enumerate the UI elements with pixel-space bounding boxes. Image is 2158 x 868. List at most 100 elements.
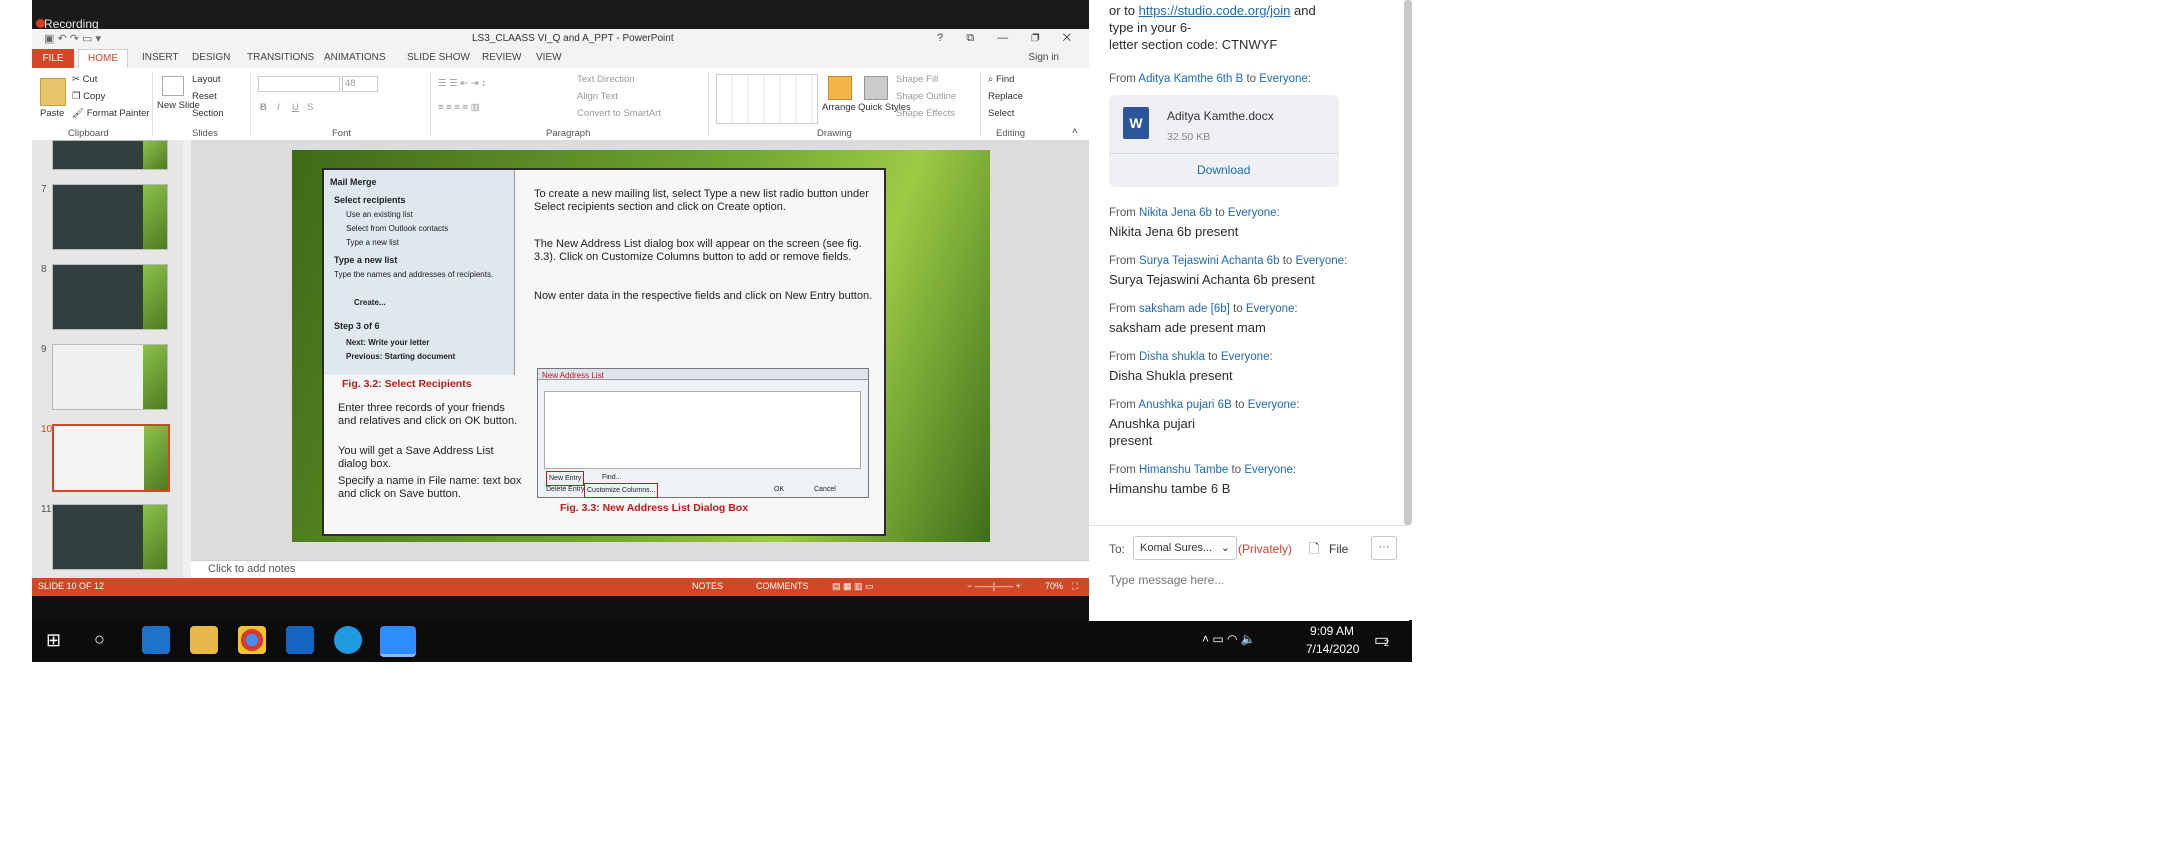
current-slide[interactable]: Mail Merge Select recipients Use an exis…: [292, 150, 990, 542]
bold-button[interactable]: B: [260, 102, 267, 113]
align-buttons[interactable]: ≡ ≡ ≡ ≡ ▥: [438, 102, 480, 113]
thumbnail-scrollbar[interactable]: [183, 140, 191, 578]
tab-slide-show[interactable]: SLIDE SHOW: [407, 52, 470, 63]
new-slide-icon[interactable]: [162, 76, 184, 96]
tab-transitions[interactable]: TRANSITIONS: [247, 52, 314, 63]
search-icon[interactable]: ○: [94, 629, 105, 650]
tab-view[interactable]: VIEW: [536, 52, 562, 63]
slide-thumbnail-7[interactable]: [52, 184, 168, 250]
fit-slide-icon[interactable]: ⛶: [1072, 581, 1078, 592]
sender-name[interactable]: Nikita Jena 6b: [1139, 207, 1212, 219]
arrange-button[interactable]: Arrange: [822, 102, 856, 113]
layout-button[interactable]: Layout: [192, 74, 221, 85]
slide-thumbnail[interactable]: [52, 140, 168, 170]
recipient-name[interactable]: Everyone: [1295, 255, 1344, 267]
create-link: Create...: [354, 298, 386, 307]
recipient-name[interactable]: Everyone: [1259, 73, 1308, 85]
slide-thumbnail-8[interactable]: [52, 264, 168, 330]
view-buttons[interactable]: ▤ ▦ ▥ ▭: [832, 581, 874, 592]
file-icon[interactable]: 🗋: [1309, 540, 1319, 562]
collapse-ribbon-icon[interactable]: ˄: [1072, 126, 1078, 137]
recipient-name[interactable]: Everyone: [1246, 303, 1295, 315]
paste-icon[interactable]: [40, 78, 66, 106]
recipient-name[interactable]: Everyone: [1228, 207, 1277, 219]
recipient-dropdown[interactable]: Komal Sures... ⌄: [1133, 536, 1237, 560]
recipient-name[interactable]: Everyone: [1244, 464, 1293, 476]
chat-message-text: Anushka pujari present: [1109, 416, 1195, 448]
tab-insert[interactable]: INSERT: [142, 52, 179, 63]
shadow-button[interactable]: S: [307, 102, 313, 113]
download-button[interactable]: Download: [1197, 163, 1250, 177]
reset-button[interactable]: Reset: [192, 91, 217, 102]
quick-access-toolbar[interactable]: ▣ ↶ ↷ ▭ ▾: [44, 32, 101, 45]
notes-button[interactable]: NOTES: [692, 581, 723, 591]
zoom-level[interactable]: 70%: [1045, 581, 1063, 591]
find-button[interactable]: ⌕ Find: [988, 74, 1014, 85]
window-controls[interactable]: ? ⧉ — ❐ ✕: [937, 32, 1081, 45]
shapes-gallery[interactable]: [716, 74, 818, 124]
shape-fill-button[interactable]: Shape Fill: [896, 74, 938, 85]
edge-icon[interactable]: [142, 626, 170, 654]
divider: [152, 72, 153, 136]
copy-button[interactable]: ❐ Copy: [72, 91, 105, 102]
sender-name[interactable]: Anushka pujari 6B: [1138, 399, 1231, 411]
comments-button[interactable]: COMMENTS: [756, 581, 809, 591]
file-explorer-icon[interactable]: [190, 626, 218, 654]
slide-thumbnail-11[interactable]: [52, 504, 168, 570]
list-item-1: Enter three records of your friends and …: [338, 402, 518, 427]
clock-time[interactable]: 9:09 AM: [1310, 624, 1354, 638]
recipient-name[interactable]: Everyone: [1221, 351, 1270, 363]
chat-scrollbar[interactable]: [1404, 0, 1412, 525]
more-options-button[interactable]: ···: [1371, 536, 1397, 560]
slide-thumbnail-9[interactable]: [52, 344, 168, 410]
tab-animations[interactable]: ANIMATIONS: [324, 52, 385, 63]
sender-name[interactable]: saksham ade [6b]: [1139, 303, 1230, 315]
slides-group-label: Slides: [192, 128, 218, 139]
text-direction-button[interactable]: Text Direction: [577, 74, 635, 85]
shape-effects-button[interactable]: Shape Effects: [896, 108, 955, 119]
shape-outline-button[interactable]: Shape Outline: [896, 91, 956, 102]
arrange-icon[interactable]: [828, 76, 852, 100]
zoom-app-icon[interactable]: [380, 626, 416, 657]
slide-thumbnail-10[interactable]: [52, 424, 170, 492]
tab-design[interactable]: DESIGN: [192, 52, 230, 63]
font-size-box[interactable]: 48: [342, 76, 378, 92]
sender-name[interactable]: Himanshu Tambe: [1139, 464, 1228, 476]
sender-name[interactable]: Aditya Kamthe 6th B: [1138, 73, 1243, 85]
replace-button[interactable]: Replace: [988, 91, 1023, 102]
windows-start-icon[interactable]: ⊞: [46, 630, 61, 651]
chat-message-input[interactable]: [1107, 568, 1391, 592]
sender-name[interactable]: Surya Tejaswini Achanta 6b: [1139, 255, 1279, 267]
italic-button[interactable]: I: [277, 102, 280, 113]
font-name-box[interactable]: [258, 76, 340, 92]
recipient-name[interactable]: Everyone: [1248, 399, 1297, 411]
notes-area[interactable]: Click to add notes: [191, 560, 1089, 579]
tab-review[interactable]: REVIEW: [482, 52, 521, 63]
sender-name[interactable]: Disha shukla: [1139, 351, 1205, 363]
section-button[interactable]: Section: [192, 108, 224, 119]
chat-message-text: Disha Shukla present: [1109, 368, 1233, 383]
paste-button[interactable]: Paste: [40, 108, 64, 119]
chrome-icon[interactable]: [238, 626, 266, 654]
skype-icon[interactable]: [334, 626, 362, 654]
convert-smartart-button[interactable]: Convert to SmartArt: [577, 108, 661, 119]
sign-in-link[interactable]: Sign in: [1028, 52, 1059, 63]
zoom-slider[interactable]: − ——|—— +: [967, 581, 1021, 591]
next-step: Next: Write your letter: [346, 338, 430, 347]
outlook-icon[interactable]: [286, 626, 314, 654]
cut-button[interactable]: ✂ Cut: [72, 74, 97, 85]
format-painter-button[interactable]: 🖌 Format Painter: [72, 108, 150, 119]
studio-link[interactable]: https://studio.code.org/join: [1139, 3, 1291, 18]
clock-date[interactable]: 7/14/2020: [1306, 642, 1359, 656]
select-button[interactable]: Select: [988, 108, 1014, 119]
tab-home[interactable]: HOME: [78, 49, 128, 69]
underline-button[interactable]: U: [292, 102, 299, 113]
file-button[interactable]: File: [1329, 542, 1348, 556]
bullets-button[interactable]: ☰ ☰ ⇤ ⇥ ↕: [438, 78, 486, 89]
quick-styles-icon[interactable]: [864, 76, 888, 100]
step-paragraph-1: To create a new mailing list, select Typ…: [534, 188, 869, 213]
system-tray-icons[interactable]: ˄ ▭ ◠ 🔈: [1202, 632, 1256, 646]
tab-file[interactable]: FILE: [32, 49, 74, 68]
editing-group-label: Editing: [996, 128, 1026, 139]
align-text-button[interactable]: Align Text: [577, 91, 618, 102]
